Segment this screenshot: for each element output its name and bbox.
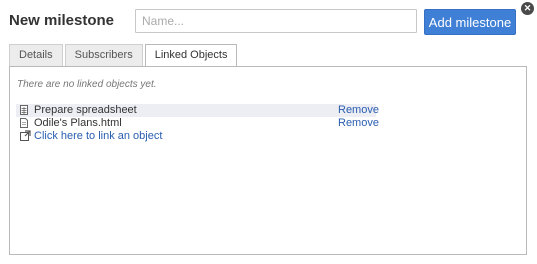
milestone-name-input[interactable] (135, 9, 417, 33)
external-link-icon (20, 130, 31, 141)
linked-object-row: Prepare spreadsheet Remove (16, 104, 379, 117)
new-milestone-dialog: ✕ New milestone Add milestone Details Su… (0, 0, 537, 264)
remove-link[interactable]: Remove (338, 117, 379, 130)
close-icon[interactable]: ✕ (521, 2, 534, 15)
linked-object-label[interactable]: Prepare spreadsheet (34, 104, 137, 117)
linked-objects-panel: There are no linked objects yet. Prepare… (9, 66, 527, 255)
dialog-title: New milestone (9, 12, 115, 29)
tab-bar: Details Subscribers Linked Objects (9, 44, 239, 68)
empty-message: There are no linked objects yet. (17, 79, 157, 90)
tab-linked-objects[interactable]: Linked Objects (144, 44, 238, 68)
add-milestone-button[interactable]: Add milestone (424, 9, 516, 35)
linked-object-row: Odile's Plans.html Remove (16, 117, 379, 130)
tab-subscribers[interactable]: Subscribers (64, 44, 143, 66)
link-object-label[interactable]: Click here to link an object (34, 130, 162, 142)
linked-object-label[interactable]: Odile's Plans.html (34, 117, 122, 130)
spreadsheet-icon (20, 105, 28, 115)
remove-link[interactable]: Remove (338, 104, 379, 117)
document-icon (20, 118, 28, 128)
link-object-action[interactable]: Click here to link an object (20, 130, 162, 143)
tab-details[interactable]: Details (9, 44, 63, 66)
